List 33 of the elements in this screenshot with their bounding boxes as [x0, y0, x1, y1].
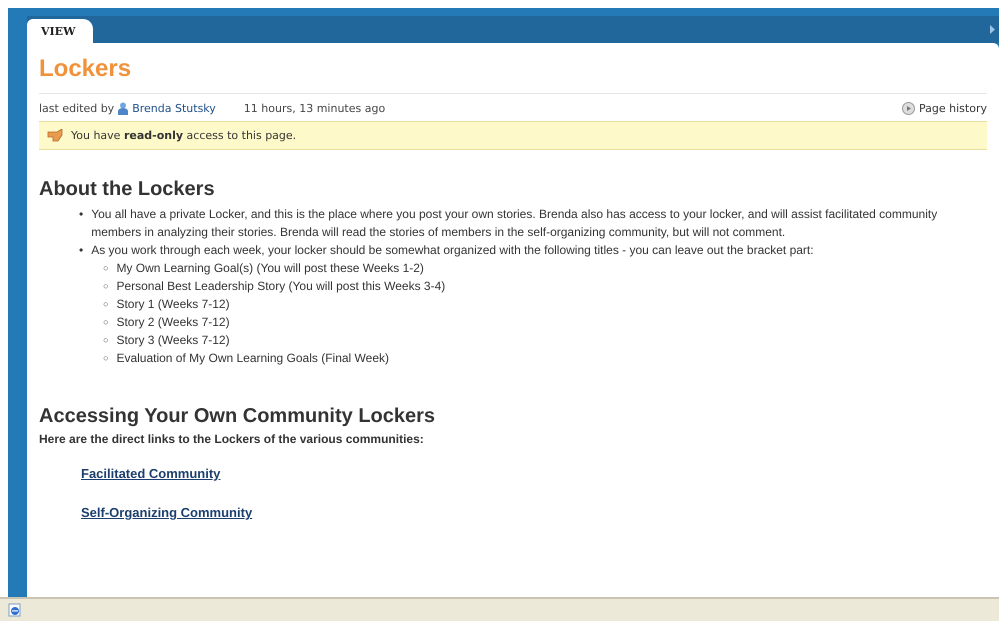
scroll-right-icon[interactable]	[990, 25, 995, 34]
sub-bullet-text: Story 1 (Weeks 7-12)	[116, 296, 230, 313]
view-tab[interactable]: VIEW	[27, 19, 94, 43]
bullet-marker: •	[79, 206, 84, 223]
sub-bullet-text: Personal Best Leadership Story (You will post this Weeks 3-4)	[116, 278, 446, 295]
sub-bullet-text: My Own Learning Goal(s) (You will post these Weeks 1-2)	[116, 260, 424, 277]
sub-bullet-marker: ○	[103, 352, 108, 365]
sub-bullet-text: Evaluation of My Own Learning Goals (Final Week)	[116, 350, 390, 367]
bullet-marker: •	[79, 242, 84, 259]
sub-bullet-marker: ○	[103, 298, 108, 311]
sub-bullet-text: Story 2 (Weeks 7-12)	[116, 314, 230, 331]
page-title: Lockers	[39, 55, 132, 83]
sub-bullet-marker: ○	[103, 280, 108, 293]
sub-bullet-text: Story 3 (Weeks 7-12)	[116, 332, 230, 349]
bullet-text: You all have a private Locker, and this is the place where you post your own stories. Brenda also has access to your locker, and will assist facilitated community members in analyzing their stories. Brenda will read the stories of members in the self-organizing community, but will not comment.	[91, 206, 938, 241]
section-heading: About the Lockers	[39, 178, 216, 201]
bullet-text: As you work through each week, your locker should be somewhat organized with the following titles - you can leave out the bracket part:	[91, 242, 814, 259]
community-link[interactable]: Facilitated Community	[81, 466, 220, 481]
author-link[interactable]: Brenda Stutsky	[132, 102, 216, 115]
sub-bullet-marker: ○	[103, 334, 108, 347]
history-icon	[902, 102, 916, 115]
user-icon	[118, 102, 128, 115]
section-intro: Here are the direct links to the Lockers of the various communities:	[39, 432, 425, 446]
section-heading: Accessing Your Own Community Lockers	[39, 405, 436, 428]
edited-time: 11 hours, 13 minutes ago	[244, 102, 386, 115]
sub-bullet-marker: ○	[103, 262, 108, 275]
hand-icon	[47, 129, 63, 142]
edited-label: last edited by	[39, 102, 114, 115]
page-history-link[interactable]: Page history	[919, 102, 987, 115]
browser-icon	[8, 603, 22, 617]
sub-bullet-marker: ○	[103, 316, 108, 329]
read-only-notice: You have read-only access to this page.	[71, 129, 296, 142]
community-link[interactable]: Self-Organizing Community	[81, 505, 252, 520]
